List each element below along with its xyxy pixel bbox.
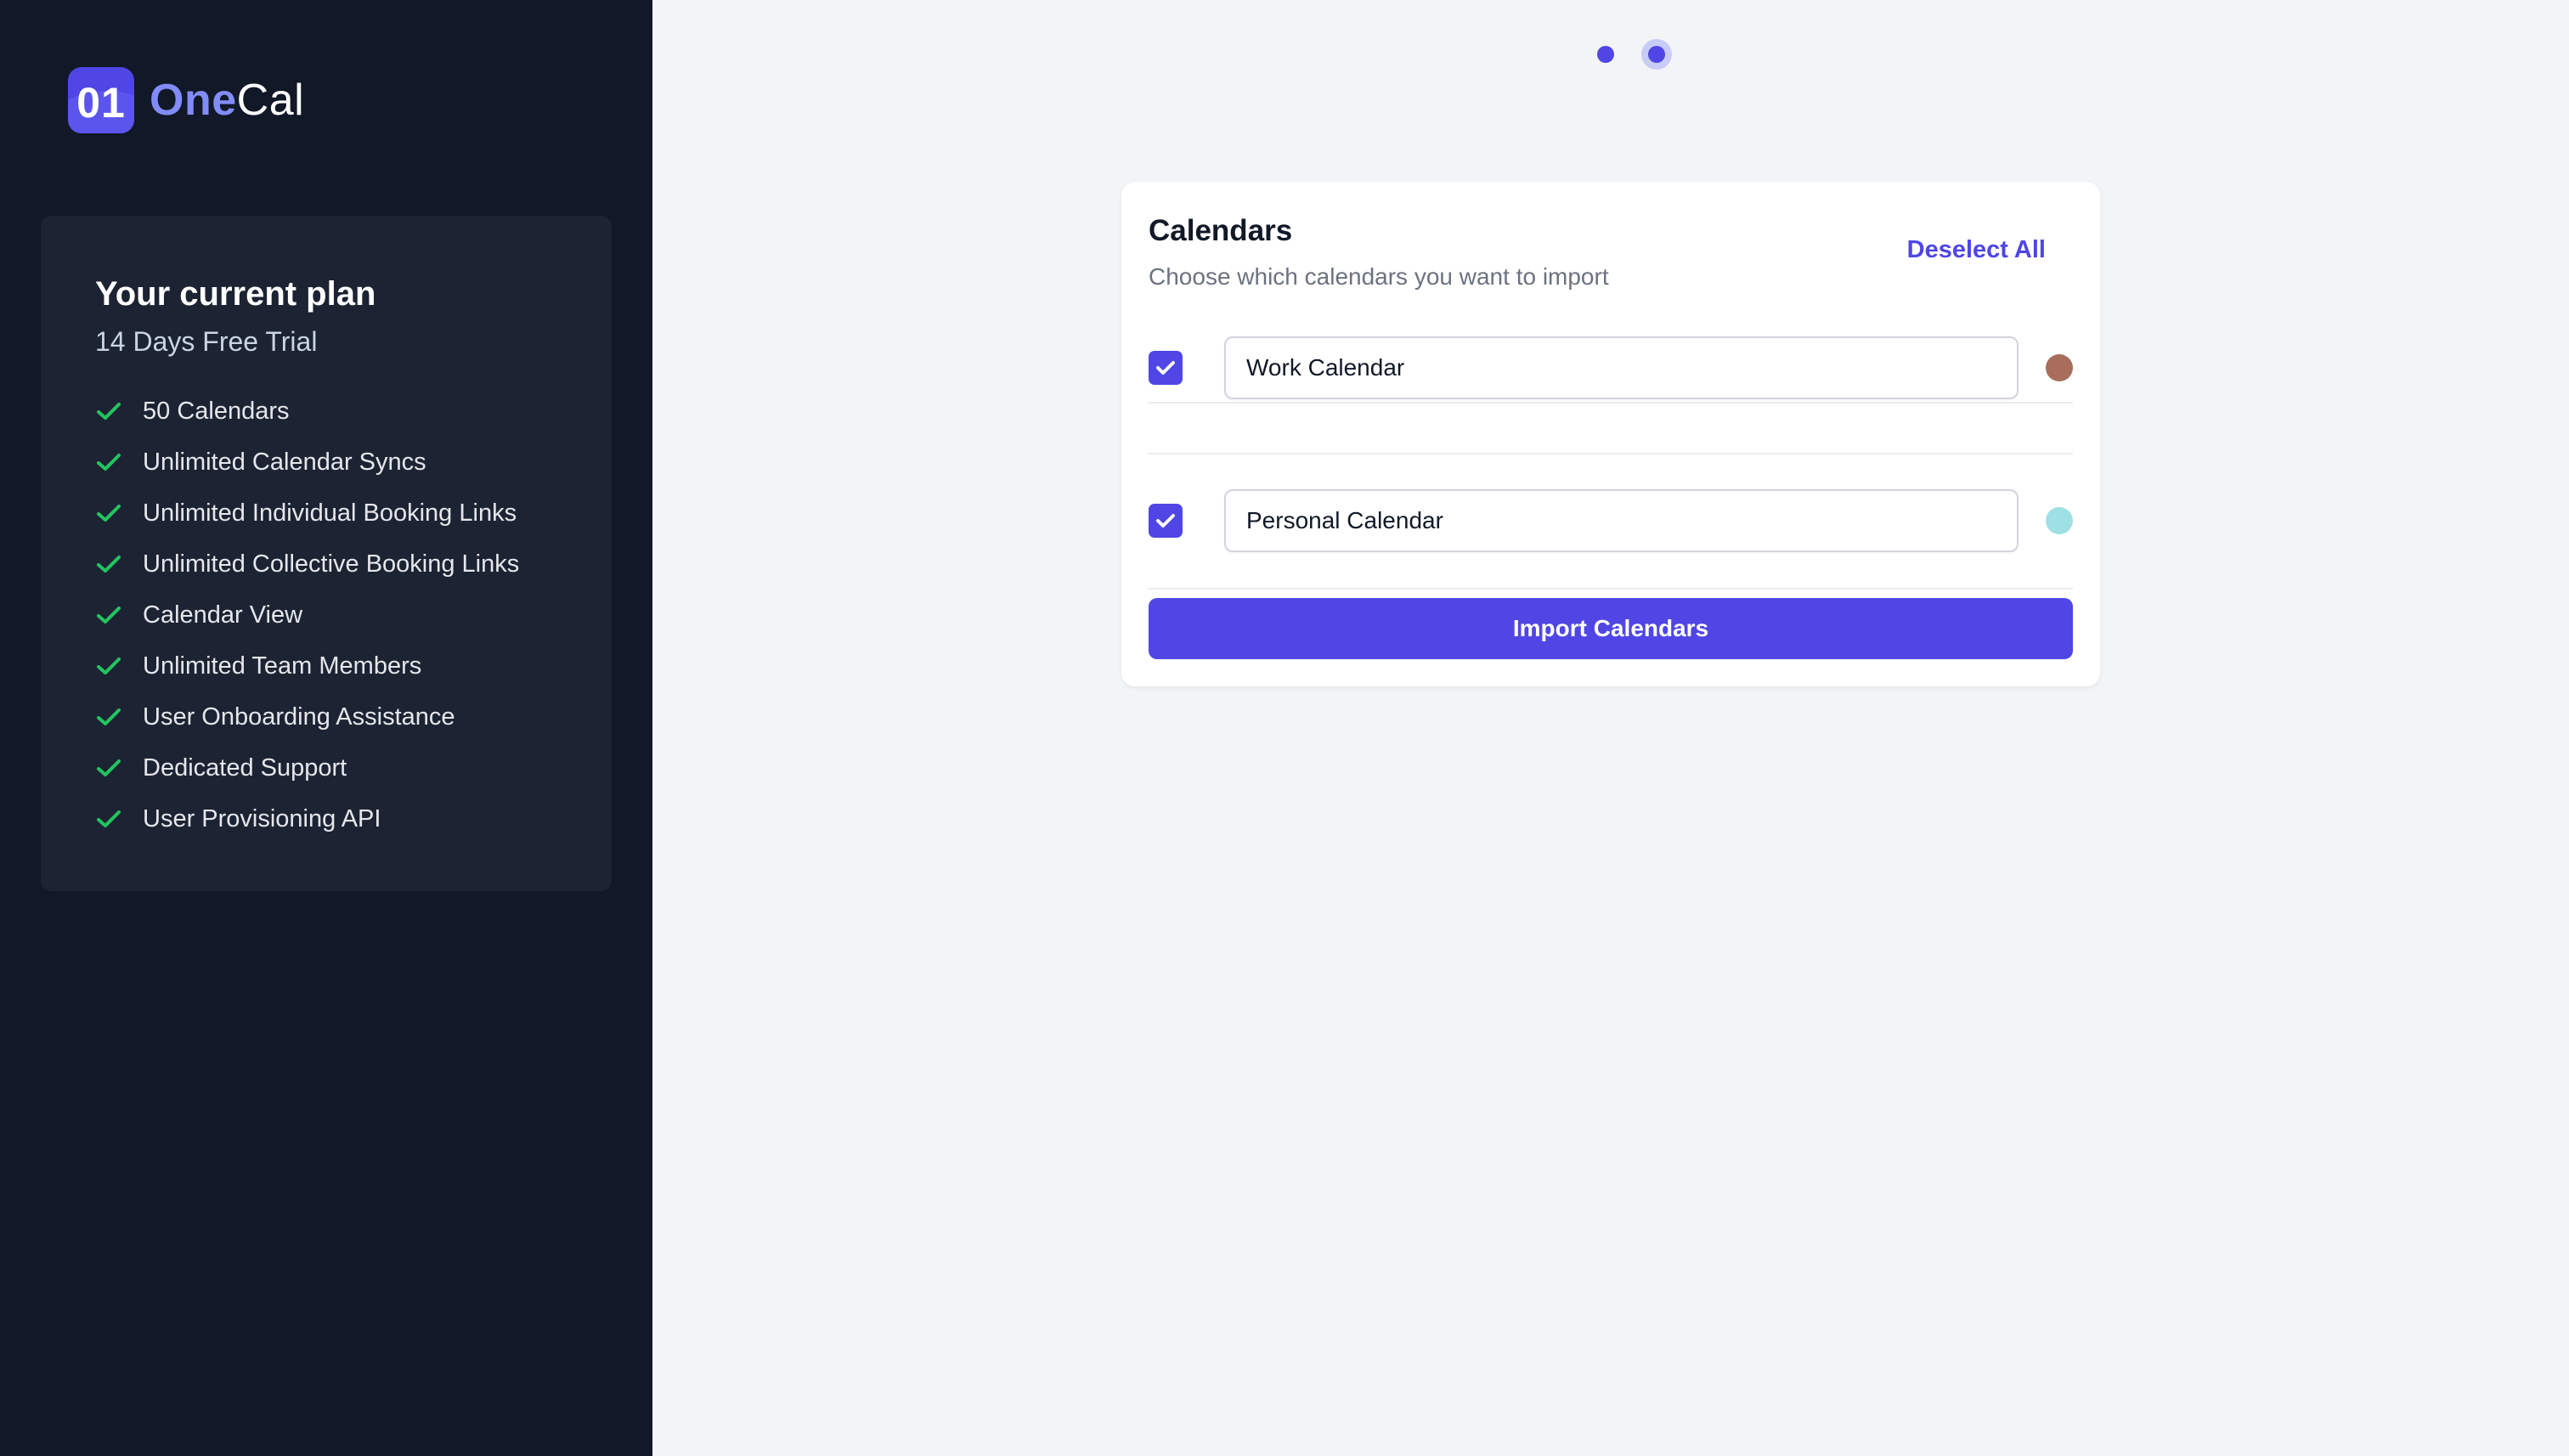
- onboarding-stepper: [1597, 46, 1665, 63]
- plan-feature-item: Unlimited Collective Booking Links: [95, 539, 519, 590]
- plan-feature-item: Unlimited Calendar Syncs: [95, 437, 519, 488]
- logo-icon-text: 01: [76, 79, 126, 127]
- logo[interactable]: 01 OneCal: [68, 66, 304, 134]
- plan-feature-item: Dedicated Support: [95, 742, 519, 793]
- logo-icon: 01: [68, 67, 134, 133]
- deselect-all-button[interactable]: Deselect All: [1907, 233, 2046, 267]
- step-indicator-2-current[interactable]: [1648, 46, 1665, 63]
- plan-feature-text: Unlimited Collective Booking Links: [143, 550, 520, 578]
- calendars-card: Calendars Choose which calendars you wan…: [1121, 182, 2100, 686]
- current-plan-card: Your current plan 14 Days Free Trial 50 …: [41, 216, 612, 891]
- check-icon: [95, 601, 122, 629]
- plan-subtitle: 14 Days Free Trial: [95, 326, 318, 357]
- plan-feature-text: Unlimited Calendar Syncs: [143, 448, 426, 476]
- calendar-color-swatch[interactable]: [2046, 354, 2073, 381]
- check-icon: [95, 449, 122, 476]
- divider: [1149, 402, 2073, 404]
- check-icon: [95, 398, 122, 425]
- check-icon: [95, 499, 122, 527]
- plan-feature-item: Calendar View: [95, 590, 519, 641]
- card-title: Calendars: [1149, 214, 1293, 247]
- calendar-row: [1149, 487, 2073, 555]
- sidebar: 01 OneCal Your current plan 14 Days Free…: [0, 0, 652, 1456]
- check-icon: [95, 754, 122, 782]
- calendar-checkbox[interactable]: [1149, 504, 1183, 538]
- plan-feature-text: User Provisioning API: [143, 804, 381, 832]
- checkmark-icon: [1156, 514, 1175, 528]
- plan-feature-item: Unlimited Individual Booking Links: [95, 488, 519, 539]
- calendar-row: [1149, 334, 2073, 402]
- plan-feature-item: User Onboarding Assistance: [95, 691, 519, 742]
- check-icon: [95, 805, 122, 832]
- plan-feature-item: 50 Calendars: [95, 386, 519, 437]
- check-icon: [95, 703, 122, 731]
- logo-wordmark: OneCal: [150, 78, 304, 122]
- plan-title: Your current plan: [95, 275, 376, 313]
- calendar-name-input[interactable]: [1224, 489, 2019, 552]
- calendar-color-swatch[interactable]: [2046, 507, 2073, 534]
- checkmark-icon: [1156, 361, 1175, 375]
- plan-feature-text: 50 Calendars: [143, 397, 290, 425]
- plan-feature-item: Unlimited Team Members: [95, 641, 519, 691]
- plan-feature-item: User Provisioning API: [95, 793, 519, 844]
- divider: [1149, 588, 2073, 590]
- plan-feature-text: Dedicated Support: [143, 753, 347, 782]
- plan-feature-text: User Onboarding Assistance: [143, 703, 455, 731]
- plan-feature-text: Unlimited Team Members: [143, 652, 422, 680]
- plan-feature-text: Unlimited Individual Booking Links: [143, 499, 517, 527]
- check-icon: [95, 550, 122, 578]
- calendar-checkbox[interactable]: [1149, 351, 1183, 385]
- calendar-name-input[interactable]: [1224, 336, 2019, 399]
- logo-wordmark-one: One: [150, 76, 237, 125]
- divider: [1149, 453, 2073, 454]
- import-calendars-button[interactable]: Import Calendars: [1149, 598, 2073, 659]
- card-subtitle: Choose which calendars you want to impor…: [1149, 263, 1609, 290]
- plan-features-list: 50 Calendars Unlimited Calendar Syncs Un…: [95, 386, 519, 844]
- logo-wordmark-cal: Cal: [236, 76, 305, 125]
- check-icon: [95, 652, 122, 680]
- step-indicator-1[interactable]: [1597, 46, 1614, 63]
- plan-feature-text: Calendar View: [143, 601, 303, 629]
